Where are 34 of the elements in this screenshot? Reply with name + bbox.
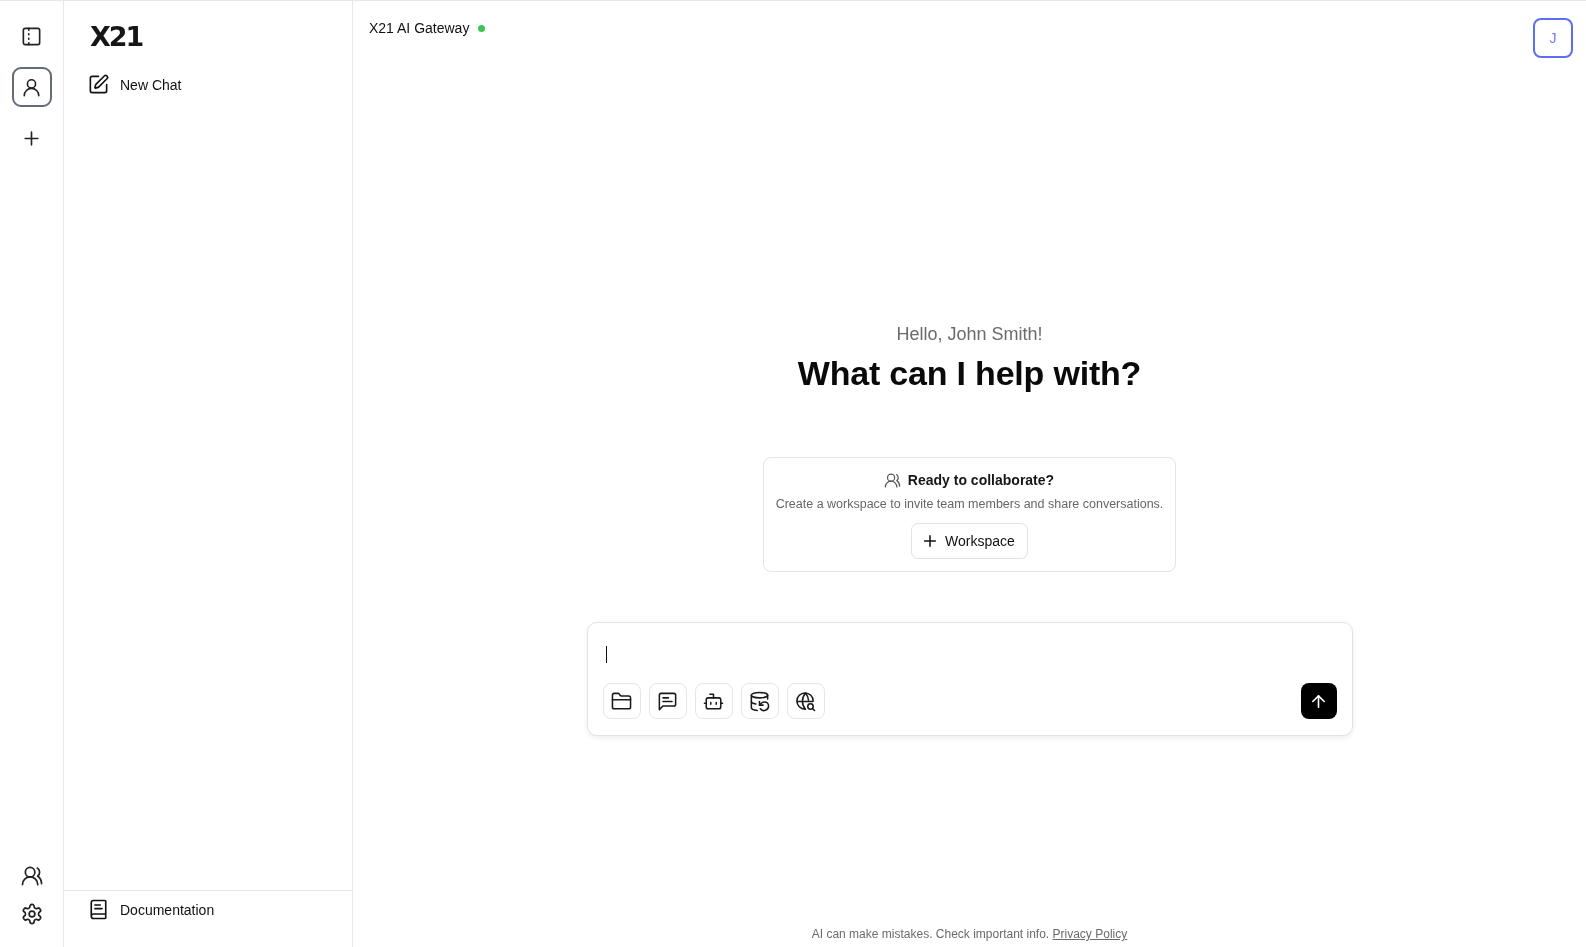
database-icon xyxy=(750,691,769,711)
robot-icon xyxy=(704,691,723,711)
workspace-button[interactable]: Workspace xyxy=(911,523,1028,559)
privacy-policy-link[interactable]: Privacy Policy xyxy=(1052,927,1128,941)
folder-icon xyxy=(612,691,631,711)
avatar-button[interactable]: J xyxy=(1533,18,1573,58)
book-icon xyxy=(89,900,108,919)
app-title: X21 AI Gateway xyxy=(369,19,470,37)
greeting-text: Hello, John Smith! xyxy=(896,323,1043,345)
globe-search-icon xyxy=(796,691,815,711)
logo: X21 xyxy=(90,22,143,52)
web-search-button[interactable] xyxy=(786,683,825,719)
new-chat-item[interactable]: New Chat xyxy=(64,69,182,100)
text-cursor xyxy=(605,646,607,663)
welcome-heading: What can I help with? xyxy=(797,353,1142,394)
folder-button[interactable] xyxy=(602,683,641,719)
plus-icon xyxy=(922,533,939,549)
users-icon xyxy=(884,472,900,488)
users-icon xyxy=(21,866,42,886)
plus-icon xyxy=(22,128,41,148)
disclaimer-text: AI can make mistakes. Check important info. Privacy Policy xyxy=(811,926,1128,942)
panel-icon xyxy=(22,26,41,46)
card-description: Create a workspace to invite team members and share conversations. xyxy=(775,496,1164,512)
database-button[interactable] xyxy=(740,683,779,719)
settings-icon xyxy=(21,904,42,924)
pen-square-icon xyxy=(89,75,108,94)
documentation-link[interactable]: Documentation xyxy=(64,894,215,925)
profile-button[interactable] xyxy=(11,67,52,107)
bot-button[interactable] xyxy=(694,683,733,719)
user-icon xyxy=(22,77,41,97)
message-button[interactable] xyxy=(648,683,687,719)
send-button[interactable] xyxy=(1300,683,1337,719)
message-icon xyxy=(658,691,677,711)
card-title: Ready to collaborate? xyxy=(907,471,1055,490)
